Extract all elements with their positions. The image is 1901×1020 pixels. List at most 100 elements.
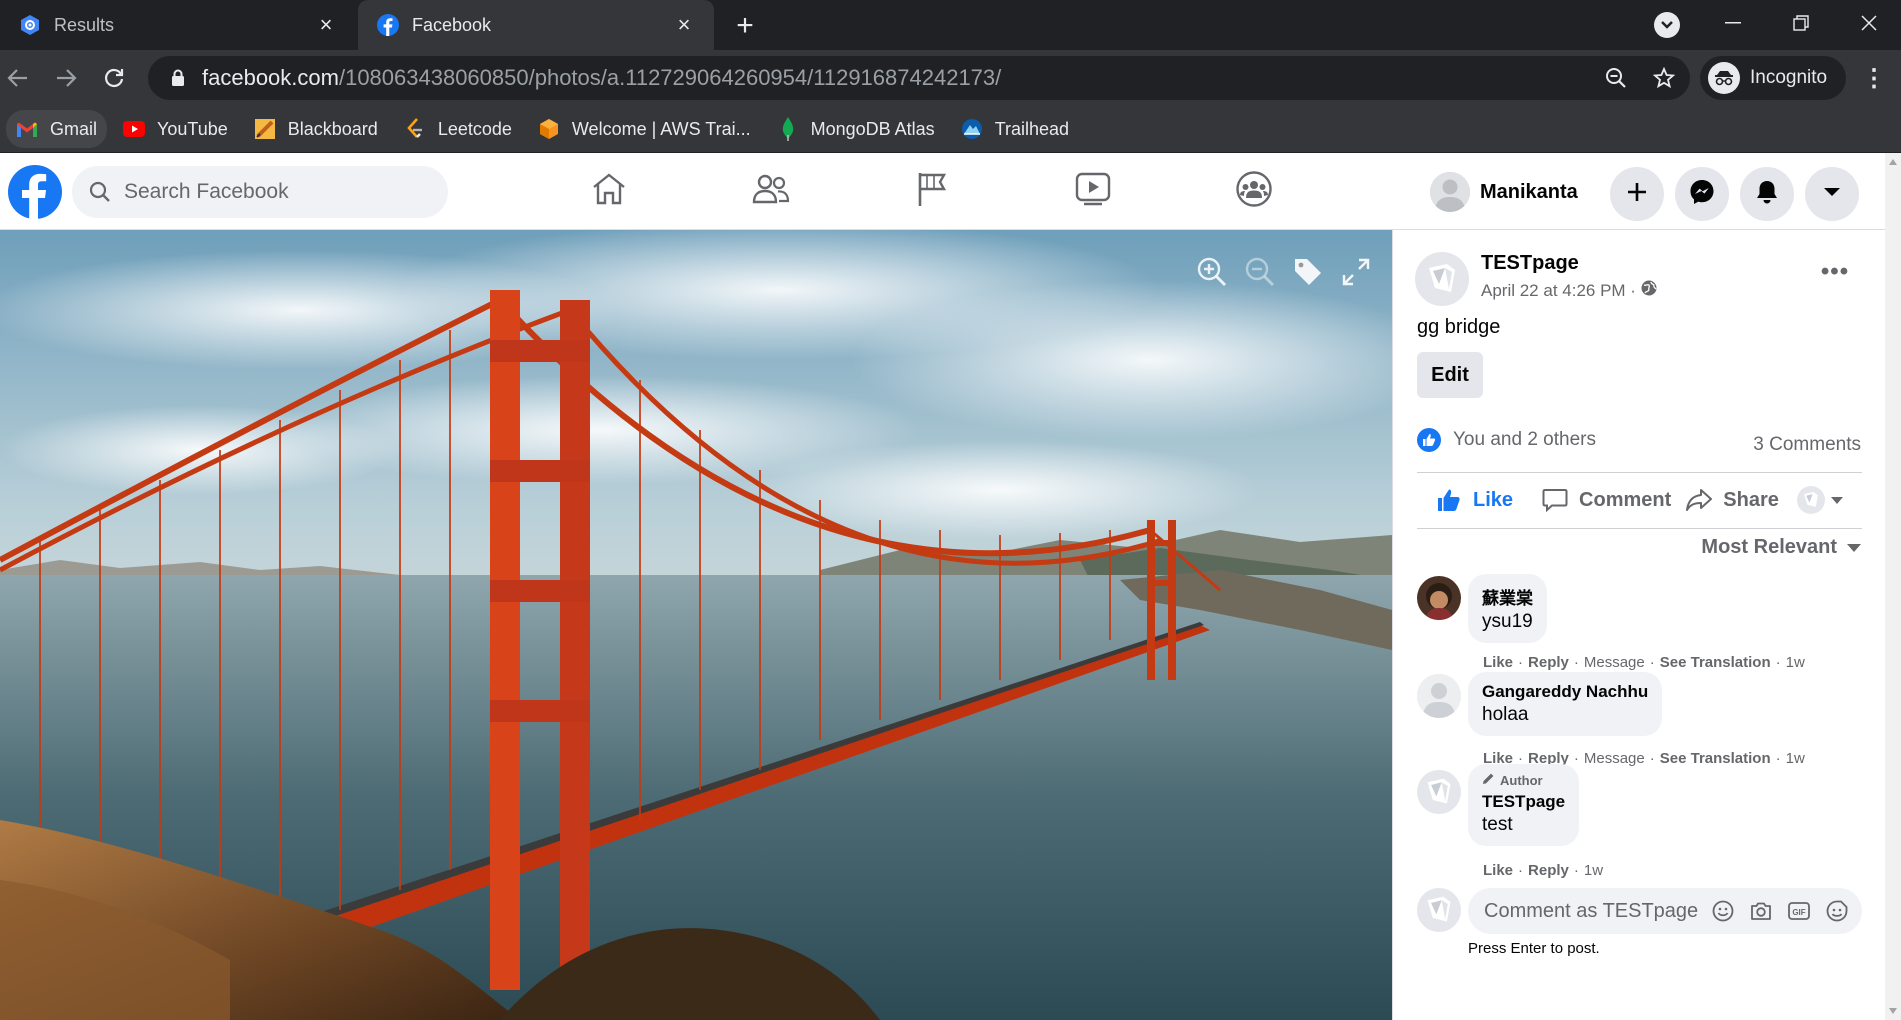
photo-viewer[interactable]: [0, 230, 1392, 1020]
avatar[interactable]: [1417, 576, 1461, 620]
page-avatar[interactable]: [1417, 770, 1461, 814]
bookmark-gmail[interactable]: Gmail: [6, 110, 108, 148]
notifications-button[interactable]: [1740, 167, 1794, 221]
comment-author[interactable]: 蘇業棠: [1482, 584, 1533, 609]
comment-input[interactable]: [1484, 899, 1704, 923]
aws-icon: [538, 118, 560, 140]
comment-message-link[interactable]: Message: [1584, 654, 1645, 671]
zoom-in-icon[interactable]: [1192, 252, 1232, 292]
react-as-page-selector[interactable]: [1796, 486, 1843, 514]
thumbs-up-icon: [1435, 486, 1463, 514]
zoom-out-icon[interactable]: [1240, 252, 1280, 292]
star-icon[interactable]: [1646, 60, 1682, 96]
comment-age[interactable]: 1w: [1584, 862, 1603, 879]
zoom-icon[interactable]: [1598, 60, 1634, 96]
avatar[interactable]: [1417, 674, 1461, 718]
post-panel: TESTpage April 22 at 4:26 PM · ••• gg br…: [1392, 230, 1885, 1020]
bookmark-blackboard[interactable]: Blackboard: [244, 110, 388, 148]
messenger-button[interactable]: [1675, 167, 1729, 221]
nav-watch[interactable]: [1037, 161, 1149, 221]
scroll-up-icon[interactable]: [1889, 159, 1897, 165]
bookmark-youtube[interactable]: YouTube: [113, 110, 238, 148]
create-button[interactable]: [1610, 167, 1664, 221]
share-button[interactable]: Share: [1685, 478, 1779, 522]
tag-icon[interactable]: [1288, 252, 1328, 292]
comment-reply-link[interactable]: Reply: [1528, 654, 1569, 671]
gmail-icon: [16, 118, 38, 140]
tab-facebook[interactable]: Facebook ×: [358, 0, 714, 50]
like-button[interactable]: Like: [1435, 478, 1513, 522]
scroll-down-icon[interactable]: [1889, 1008, 1897, 1014]
post-page-name[interactable]: TESTpage: [1481, 252, 1579, 275]
page-avatar[interactable]: [1415, 252, 1469, 306]
incognito-badge[interactable]: Incognito: [1700, 56, 1846, 100]
comment-box[interactable]: GIF: [1468, 888, 1862, 934]
lock-icon[interactable]: [168, 68, 188, 88]
author-label: Author: [1500, 772, 1543, 788]
sticker-icon[interactable]: [1822, 896, 1852, 926]
divider: [1417, 472, 1862, 473]
search-input[interactable]: [124, 180, 424, 204]
browser-toolbar: facebook.com/108063438060850/photos/a.11…: [0, 50, 1901, 106]
bookmark-mongodb[interactable]: MongoDB Atlas: [767, 110, 945, 148]
comment-like-link[interactable]: Like: [1483, 654, 1513, 671]
back-icon[interactable]: [0, 60, 36, 96]
comment-age[interactable]: 1w: [1786, 654, 1805, 671]
bookmark-label: MongoDB Atlas: [810, 118, 935, 139]
comment-like-link[interactable]: Like: [1483, 862, 1513, 879]
facebook-logo-icon[interactable]: [8, 165, 62, 219]
sort-comments-dropdown[interactable]: Most Relevant: [1701, 536, 1861, 559]
see-translation-link[interactable]: See Translation: [1660, 750, 1771, 767]
reload-icon[interactable]: [96, 60, 132, 96]
emoji-icon[interactable]: [1708, 896, 1738, 926]
nav-friends[interactable]: [715, 161, 827, 221]
groups-icon: [1235, 170, 1273, 213]
golden-gate-bridge-photo: [0, 230, 1392, 1020]
reactions-summary[interactable]: You and 2 others: [1417, 428, 1596, 452]
comments-count[interactable]: 3 Comments: [1753, 434, 1861, 456]
comment-reply-link[interactable]: Reply: [1528, 862, 1569, 879]
bookmark-label: Trailhead: [994, 118, 1070, 139]
comment-author[interactable]: TESTpage: [1482, 792, 1565, 812]
bookmark-aws[interactable]: Welcome | AWS Trai...: [528, 110, 761, 148]
nav-groups[interactable]: [1198, 161, 1310, 221]
comment-author[interactable]: Gangareddy Nachhu: [1482, 682, 1648, 702]
new-tab-button[interactable]: +: [728, 9, 762, 43]
url-host: facebook.com: [202, 65, 339, 90]
svg-text:GIF: GIF: [1792, 908, 1805, 917]
edit-button[interactable]: Edit: [1417, 352, 1483, 398]
comment-message-link[interactable]: Message: [1584, 750, 1645, 767]
close-window-icon[interactable]: [1842, 6, 1896, 40]
camera-icon[interactable]: [1746, 896, 1776, 926]
nav-pages[interactable]: [876, 161, 988, 221]
comment-button[interactable]: Comment: [1541, 478, 1671, 522]
fullscreen-icon[interactable]: [1336, 252, 1376, 292]
minimize-icon[interactable]: [1706, 6, 1760, 40]
tab-results[interactable]: Results ×: [0, 0, 356, 50]
address-bar[interactable]: facebook.com/108063438060850/photos/a.11…: [148, 56, 1690, 100]
restore-icon[interactable]: [1774, 6, 1828, 40]
post-caption: gg bridge: [1417, 316, 1501, 338]
close-icon[interactable]: ×: [314, 12, 338, 37]
close-icon[interactable]: ×: [672, 12, 696, 37]
tab-search-icon[interactable]: [1654, 12, 1680, 38]
facebook-search[interactable]: [72, 166, 448, 218]
leetcode-icon: [404, 118, 426, 140]
bookmark-trailhead[interactable]: Trailhead: [951, 110, 1079, 148]
comment-bubble: Gangareddy Nachhu holaa: [1468, 672, 1663, 736]
caret-down-icon: [1847, 543, 1861, 552]
bookmark-leetcode[interactable]: Leetcode: [394, 110, 522, 148]
profile-chip[interactable]: Manikanta: [1430, 169, 1588, 215]
browser-menu-icon[interactable]: ⋮: [1856, 60, 1892, 96]
page-scrollbar[interactable]: [1885, 153, 1901, 1020]
see-translation-link[interactable]: See Translation: [1660, 654, 1771, 671]
page-avatar[interactable]: [1417, 888, 1461, 932]
post-timestamp[interactable]: April 22 at 4:26 PM ·: [1481, 280, 1657, 301]
bookmark-label: YouTube: [157, 118, 228, 139]
gif-icon[interactable]: GIF: [1784, 896, 1814, 926]
nav-home[interactable]: [553, 161, 665, 221]
more-options-icon[interactable]: •••: [1815, 252, 1855, 292]
forward-icon[interactable]: [48, 60, 84, 96]
comment-age[interactable]: 1w: [1786, 750, 1805, 767]
account-menu-button[interactable]: [1805, 167, 1859, 221]
